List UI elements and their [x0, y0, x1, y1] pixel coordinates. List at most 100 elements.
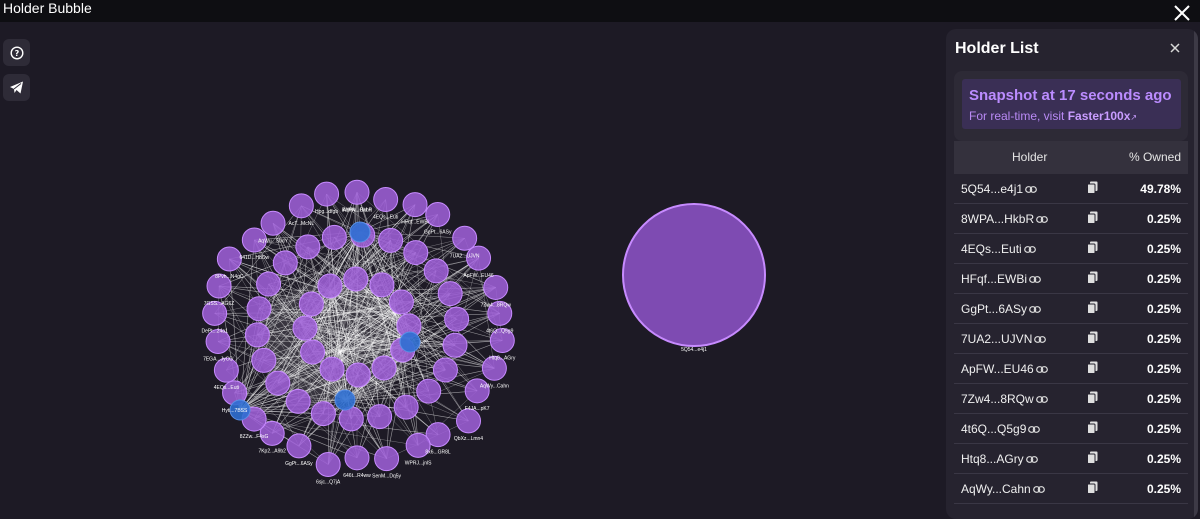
copy-icon[interactable] [1087, 421, 1098, 434]
snapshot-subtitle: For real-time, visit Faster100x↗ [969, 109, 1137, 123]
copy-icon[interactable] [1087, 361, 1098, 374]
link-icon[interactable] [1036, 395, 1048, 404]
holder-bubble [345, 446, 369, 470]
link-icon[interactable] [1028, 425, 1040, 434]
holder-bubble [394, 395, 418, 419]
holder-bubble [344, 267, 368, 291]
table-row[interactable]: ApFW...EU460.25% [954, 354, 1188, 384]
holder-bubble [368, 405, 392, 429]
holder-bubble [273, 251, 297, 275]
bubble-label: GgPt...6ASy [285, 461, 313, 467]
link-icon[interactable] [1036, 215, 1048, 224]
link-icon[interactable] [1029, 305, 1041, 314]
table-header: Holder % Owned [954, 141, 1188, 174]
table-row[interactable]: 5Q54...e4j149.78% [954, 174, 1188, 204]
close-icon[interactable] [1168, 41, 1182, 55]
link-icon[interactable] [1029, 275, 1041, 284]
holder-bubble [403, 193, 427, 217]
copy-icon[interactable] [1087, 391, 1098, 404]
table-row[interactable]: 8WPA...HkbR0.25% [954, 204, 1188, 234]
copy-icon[interactable] [1087, 481, 1098, 494]
bubble-label: HFqf...EWBi [401, 220, 429, 226]
bubble-label: 4t6Q...Q5g9 [486, 328, 513, 334]
holder-address[interactable]: 4t6Q...Q5g9 [961, 422, 1040, 436]
table-row[interactable]: Htq8...AGry0.25% [954, 444, 1188, 474]
snapshot-title: Snapshot at 17 seconds ago [969, 87, 1172, 104]
holder-bubble [457, 409, 481, 433]
copy-icon[interactable] [1087, 331, 1098, 344]
bubble-label: Hpg...dfgb [315, 209, 338, 215]
bubble-label: Hyti...7BSS [222, 408, 248, 414]
table-row[interactable]: 4EQs...Euti 0.25% [954, 234, 1188, 264]
copy-icon[interactable] [1087, 181, 1098, 194]
snapshot-container: Snapshot at 17 seconds ago For real-time… [954, 71, 1188, 141]
holder-bubble [299, 292, 323, 316]
holder-address-text: 7UA2...UJVN [961, 332, 1032, 346]
holder-list-panel: Holder List Snapshot at 17 seconds ago F… [946, 29, 1198, 519]
link-icon[interactable] [1025, 185, 1037, 194]
table-row[interactable]: 7Zw4...8RQw 0.25% [954, 384, 1188, 414]
holder-address[interactable]: 7Zw4...8RQw [961, 392, 1048, 406]
holder-bubble [346, 363, 370, 387]
table-row[interactable]: GgPt...6ASy 0.25% [954, 294, 1188, 324]
title-bar: Holder Bubble [0, 0, 1200, 22]
column-header-owned[interactable]: % Owned [1129, 150, 1181, 164]
bubble-label: AcT...McNL [289, 221, 315, 227]
holder-address[interactable]: 5Q54...e4j1 [961, 182, 1037, 196]
cluster-bubble [350, 222, 370, 242]
bubble-graph: 8WPA...HkbR4EQs...EutiHFqf...EWBiGgPt...… [0, 22, 940, 512]
bubble-label: 7Zw4...8RQw [481, 302, 512, 308]
owned-percentage: 0.25% [1147, 302, 1181, 316]
holder-address[interactable]: HFqf...EWBi [961, 272, 1041, 286]
link-icon[interactable] [1036, 365, 1048, 374]
bubble-label: AqWy...Cahn [480, 383, 509, 389]
bubble-label: 7Kp2...A9b2 [258, 448, 286, 454]
holder-bubble [266, 371, 290, 395]
table-row[interactable]: AqWy...Cahn0.25% [954, 474, 1188, 504]
holder-address[interactable]: 4EQs...Euti [961, 242, 1036, 256]
close-icon[interactable] [1172, 3, 1192, 23]
bubble-label: WPRJ...jnlS [405, 460, 432, 466]
top-holder-bubble [623, 204, 765, 346]
holder-address[interactable]: GgPt...6ASy [961, 302, 1041, 316]
copy-icon[interactable] [1087, 301, 1098, 314]
holder-bubble [404, 241, 428, 265]
copy-icon[interactable] [1087, 271, 1098, 284]
holder-bubble [374, 188, 398, 212]
holder-bubble [443, 333, 467, 357]
holder-bubble [318, 274, 342, 298]
bubble-label: AqWu...SbdY [258, 238, 289, 244]
holder-address[interactable]: Htq8...AGry [961, 452, 1038, 466]
table-row[interactable]: 7UA2...UJVN0.25% [954, 324, 1188, 354]
holder-address[interactable]: 7UA2...UJVN [961, 332, 1046, 346]
holder-address[interactable]: 8WPA...HkbR [961, 212, 1048, 226]
holder-bubble [426, 202, 450, 226]
link-icon[interactable] [1033, 485, 1045, 494]
copy-icon[interactable] [1087, 241, 1098, 254]
holder-bubble [417, 379, 441, 403]
bubble-label: SenM...Dq5y [372, 474, 401, 480]
holder-address-text: HFqf...EWBi [961, 272, 1027, 286]
link-icon[interactable] [1026, 455, 1038, 464]
bubble-label: GgPt...6ASy [424, 229, 452, 235]
link-icon[interactable] [1024, 245, 1036, 254]
scrollbar[interactable] [1194, 29, 1198, 519]
cluster-bubble [335, 390, 355, 410]
holder-address[interactable]: ApFW...EU46 [961, 362, 1048, 376]
owned-percentage: 0.25% [1147, 242, 1181, 256]
bubble-label: Htq8...AGry [489, 355, 516, 361]
bubble-label: 4EQs...Euti [373, 215, 398, 221]
faster100x-link[interactable]: Faster100x [1068, 109, 1131, 123]
holder-bubble [296, 235, 320, 259]
copy-icon[interactable] [1087, 211, 1098, 224]
table-row[interactable]: HFqf...EWBi0.25% [954, 264, 1188, 294]
holder-address-text: Htq8...AGry [961, 452, 1024, 466]
table-row[interactable]: 4t6Q...Q5g90.25% [954, 414, 1188, 444]
copy-icon[interactable] [1087, 451, 1098, 464]
link-icon[interactable] [1034, 335, 1046, 344]
holder-address-text: GgPt...6ASy [961, 302, 1027, 316]
owned-percentage: 0.25% [1147, 392, 1181, 406]
bubble-label: 6sjc...Q7jA [316, 479, 341, 485]
holder-address[interactable]: AqWy...Cahn [961, 482, 1045, 496]
holder-bubble [389, 290, 413, 314]
